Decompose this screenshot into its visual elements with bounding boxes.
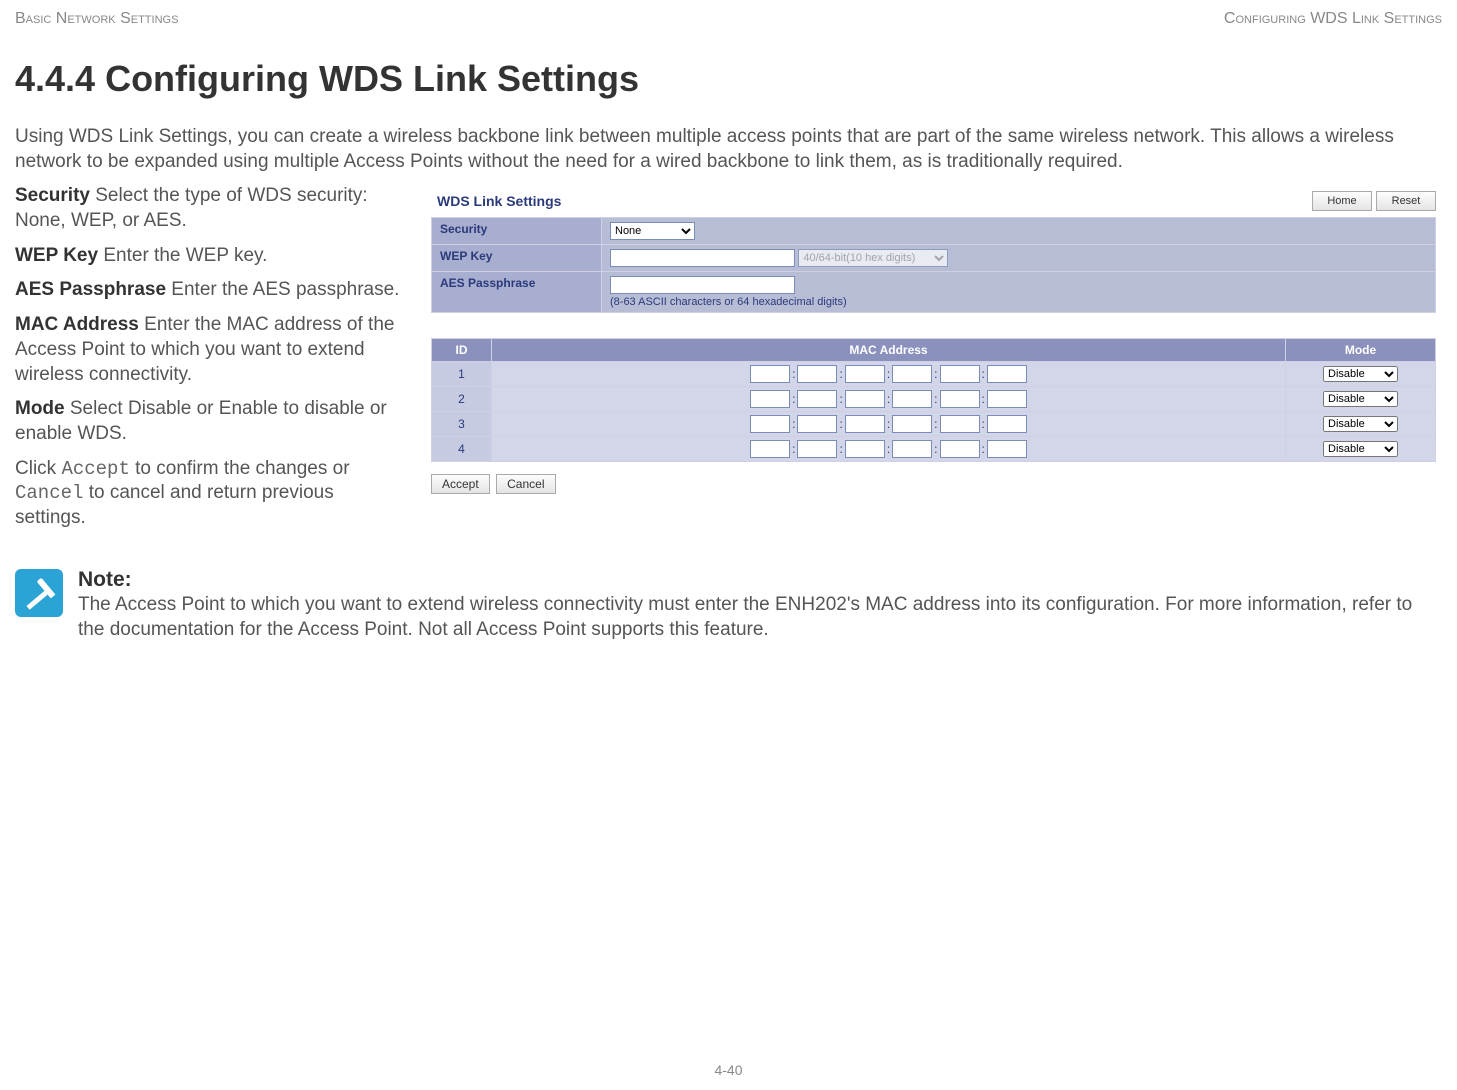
row-id: 4 <box>432 437 492 462</box>
instruction-accept-cancel: Click Accept to confirm the changes or C… <box>15 457 405 531</box>
wep-bits-select[interactable]: 40/64-bit(10 hex digits) <box>798 249 948 267</box>
col-id: ID <box>432 339 492 362</box>
page-title: 4.4.4 Configuring WDS Link Settings <box>15 58 1442 100</box>
wep-key-input[interactable] <box>610 249 795 267</box>
mode-select[interactable]: Disable <box>1323 441 1398 457</box>
mac-octet[interactable] <box>750 365 790 383</box>
mac-octet[interactable] <box>845 365 885 383</box>
mac-octet[interactable] <box>845 390 885 408</box>
embedded-screenshot: WDS Link Settings Home Reset Security No… <box>425 184 1442 494</box>
cancel-button[interactable]: Cancel <box>496 474 555 494</box>
mac-octet[interactable] <box>987 415 1027 433</box>
note-callout: Note: The Access Point to which you want… <box>15 566 1442 643</box>
mac-octet[interactable] <box>940 415 980 433</box>
mac-octet[interactable] <box>797 440 837 458</box>
mode-select[interactable]: Disable <box>1323 366 1398 382</box>
mac-octet[interactable] <box>892 415 932 433</box>
table-row: 3 : : : : : Disable <box>432 412 1436 437</box>
table-row: 2 : : : : : Disable <box>432 387 1436 412</box>
aes-passphrase-input[interactable] <box>610 276 795 294</box>
mode-select[interactable]: Disable <box>1323 391 1398 407</box>
note-icon <box>15 569 63 617</box>
accept-button[interactable]: Accept <box>431 474 490 494</box>
row-id: 3 <box>432 412 492 437</box>
table-row: 4 : : : : : Disable <box>432 437 1436 462</box>
running-header: Basic Network Settings Configuring WDS L… <box>15 10 1442 28</box>
home-button[interactable]: Home <box>1312 191 1372 211</box>
security-select[interactable]: None <box>610 222 695 240</box>
mac-octet[interactable] <box>750 415 790 433</box>
col-mac: MAC Address <box>492 339 1286 362</box>
mac-octet[interactable] <box>940 365 980 383</box>
page-number: 4-40 <box>714 1062 742 1078</box>
mode-select[interactable]: Disable <box>1323 416 1398 432</box>
definitions-column: Security Select the type of WDS security… <box>15 184 405 540</box>
mac-octet[interactable] <box>845 440 885 458</box>
def-mode: Mode Select Disable or Enable to disable… <box>15 397 405 446</box>
def-aes-passphrase: AES Passphrase Enter the AES passphrase. <box>15 278 405 303</box>
mac-address-table: ID MAC Address Mode 1 : : : : : Disable <box>431 338 1436 462</box>
wep-key-label: WEP Key <box>432 245 602 272</box>
mac-octet[interactable] <box>892 365 932 383</box>
note-body: The Access Point to which you want to ex… <box>78 594 1412 640</box>
mac-octet[interactable] <box>845 415 885 433</box>
col-mode: Mode <box>1286 339 1436 362</box>
panel-title: WDS Link Settings <box>431 189 567 213</box>
note-label: Note: <box>78 568 132 591</box>
mac-octet[interactable] <box>987 365 1027 383</box>
mac-octet[interactable] <box>750 390 790 408</box>
mac-octet[interactable] <box>797 365 837 383</box>
def-mac-address: MAC Address Enter the MAC address of the… <box>15 313 405 387</box>
table-row: 1 : : : : : Disable <box>432 362 1436 387</box>
row-id: 2 <box>432 387 492 412</box>
header-right: Configuring WDS Link Settings <box>1224 10 1442 28</box>
mac-octet[interactable] <box>750 440 790 458</box>
mac-octet[interactable] <box>892 440 932 458</box>
security-label: Security <box>432 218 602 245</box>
reset-button[interactable]: Reset <box>1376 191 1436 211</box>
mac-octet[interactable] <box>987 440 1027 458</box>
row-id: 1 <box>432 362 492 387</box>
def-wep-key: WEP Key Enter the WEP key. <box>15 244 405 269</box>
intro-paragraph: Using WDS Link Settings, you can create … <box>15 125 1442 174</box>
mac-octet[interactable] <box>892 390 932 408</box>
aes-hint: (8-63 ASCII characters or 64 hexadecimal… <box>610 296 847 308</box>
security-form-table: Security None WEP Key 40/64-bit(10 hex d… <box>431 217 1436 313</box>
mac-octet[interactable] <box>940 390 980 408</box>
mac-octet[interactable] <box>987 390 1027 408</box>
def-security: Security Select the type of WDS security… <box>15 184 405 233</box>
mac-octet[interactable] <box>797 415 837 433</box>
header-left: Basic Network Settings <box>15 10 178 28</box>
mac-octet[interactable] <box>940 440 980 458</box>
aes-passphrase-label: AES Passphrase <box>432 272 602 313</box>
mac-octet[interactable] <box>797 390 837 408</box>
